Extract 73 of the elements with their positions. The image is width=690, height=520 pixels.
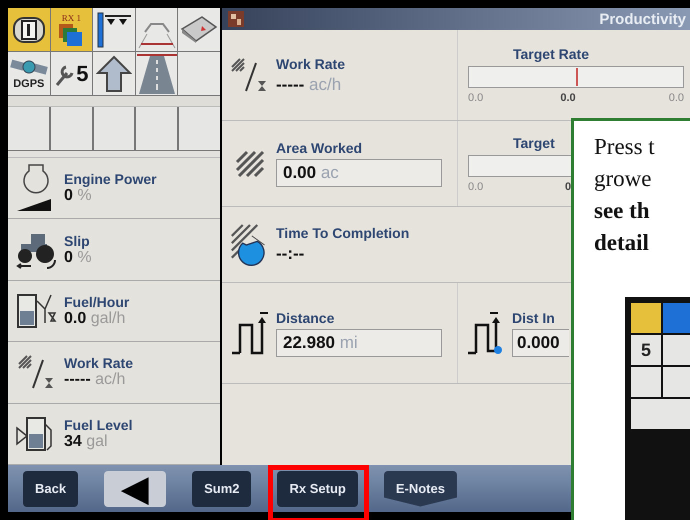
readout-label: Fuel Level	[64, 416, 132, 433]
productivity-page-icon	[228, 11, 244, 27]
layers-icon	[58, 22, 84, 46]
status-tile[interactable]: DGPS	[8, 52, 50, 95]
service-count: 5	[76, 60, 89, 86]
preview-tile	[631, 303, 661, 333]
softkey-button[interactable]: E-Notes	[384, 470, 457, 506]
gauge-tick: 0.0	[668, 92, 684, 104]
prescription-label: RX 1	[62, 12, 82, 22]
page-title: Productivity	[599, 10, 686, 28]
area-icon	[235, 150, 265, 178]
callout-text: see th	[594, 197, 651, 225]
softkey-button[interactable]: Back	[23, 470, 78, 506]
service-count: 5	[640, 340, 651, 360]
status-tile[interactable]	[136, 8, 178, 51]
implement-icon	[94, 10, 133, 48]
value-field[interactable]: 0.00 ac	[276, 159, 442, 187]
status-tile[interactable]	[136, 52, 178, 95]
readout-value: 0 %	[64, 187, 93, 206]
softkey-button[interactable]: Sum2	[192, 470, 252, 506]
value-field[interactable]: 22.980 mi	[276, 328, 442, 356]
callout-text: growe	[594, 165, 652, 193]
empty-tile[interactable]	[8, 107, 49, 150]
readout-label: Work Rate	[64, 355, 133, 372]
road-icon	[136, 54, 177, 94]
book-icon	[180, 14, 218, 44]
callout-text: Press t	[594, 133, 656, 161]
tank-icon	[12, 14, 46, 44]
softkey-button[interactable]: ◀	[104, 470, 166, 506]
readout-label: Fuel/Hour	[64, 294, 130, 310]
up-arrow-icon	[96, 54, 132, 92]
status-tile[interactable]	[93, 52, 135, 95]
field-label: Dist In	[512, 310, 555, 326]
status-tile[interactable]: 5	[50, 52, 92, 95]
status-tile[interactable]	[178, 52, 220, 95]
readout-value: ----- ac/h	[64, 371, 126, 390]
gauge-tick: 0.0	[468, 92, 484, 104]
status-tile[interactable]	[93, 8, 135, 51]
readout-label: Work Rate	[276, 56, 345, 72]
readout-label: Time To Completion	[276, 225, 410, 241]
gauge-label: Target	[513, 134, 555, 150]
softkey-button[interactable]: Rx Setup	[277, 470, 358, 506]
readout-label: Slip	[64, 232, 91, 249]
empty-tile[interactable]	[136, 107, 178, 150]
gps-label: DGPS	[13, 78, 44, 90]
empty-tile[interactable]	[179, 107, 220, 150]
preview-tile	[663, 335, 690, 365]
readout-value: 0 %	[64, 248, 92, 267]
value-field[interactable]: 0.000	[512, 328, 569, 356]
status-tile[interactable]: RX 1	[50, 8, 92, 51]
readout-value: 34 gal	[64, 432, 109, 451]
preview-tile	[663, 367, 690, 397]
readout-value: 0.0 gal/h	[64, 310, 126, 328]
status-tile[interactable]	[8, 8, 50, 51]
field-label: Distance	[276, 310, 334, 326]
satellite-icon	[10, 58, 48, 78]
readout-value: ----- ac/h	[276, 74, 342, 94]
gauge-label: Target Rate	[513, 46, 589, 62]
gauge-tick: 0	[564, 180, 572, 192]
callout-text: detail	[594, 229, 650, 257]
distance-icon	[230, 311, 270, 355]
gauge-tick: 0.0	[468, 180, 484, 192]
readout-label: Engine Power	[64, 171, 157, 188]
wrench-icon	[54, 62, 76, 86]
preview-tile	[631, 399, 690, 429]
empty-tile[interactable]	[50, 107, 92, 150]
preview-tile	[663, 303, 690, 333]
gauge-tick: 0.0	[560, 92, 576, 104]
preview-tile	[631, 367, 661, 397]
readout-value: --:--	[276, 244, 304, 264]
empty-tile[interactable]	[94, 107, 134, 150]
field-label: Area Worked	[276, 140, 362, 156]
status-tile[interactable]	[178, 8, 220, 51]
